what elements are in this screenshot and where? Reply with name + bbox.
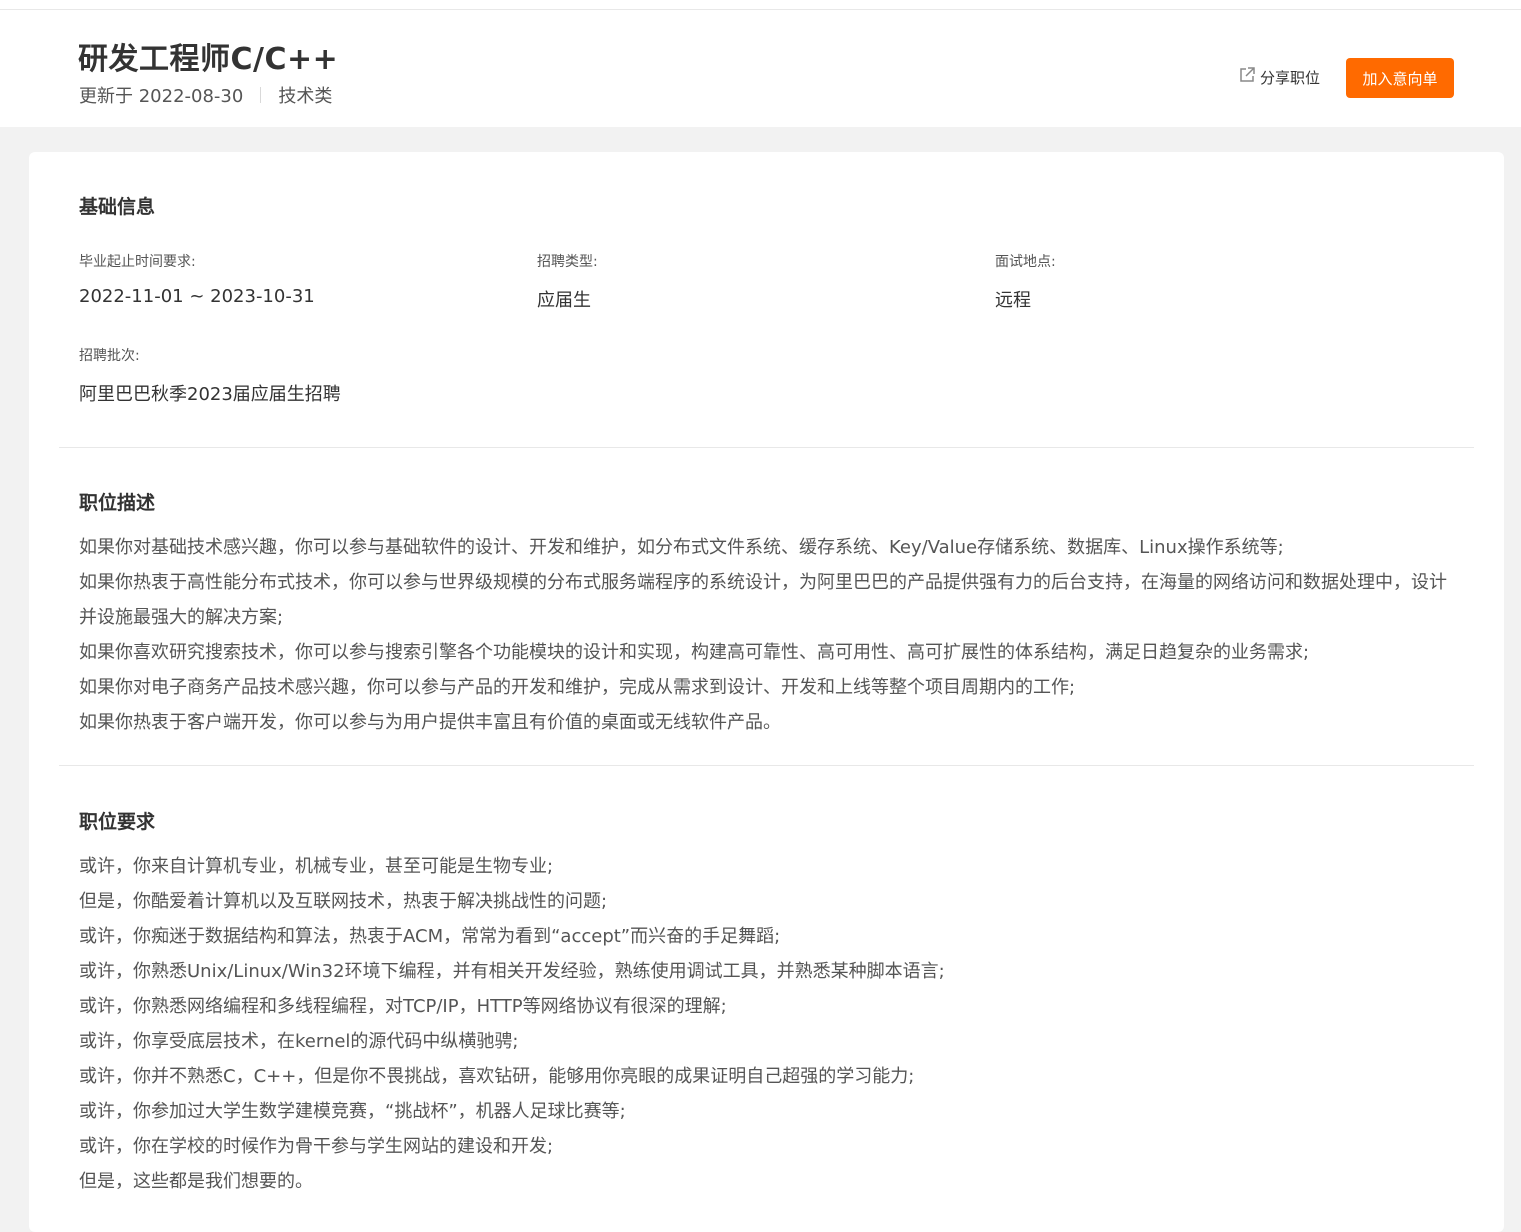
job-meta: 更新于 2022-08-30 技术类 — [79, 82, 332, 108]
job-category: 技术类 — [278, 86, 333, 107]
job-title: 研发工程师C/C++ — [78, 42, 339, 77]
requirements-list: 或许，你来自计算机专业，机械专业，甚至可能是生物专业; 但是，你酷爱着计算机以及… — [79, 849, 1454, 1199]
description-item: 如果你对基础技术感兴趣，你可以参与基础软件的设计、开发和维护，如分布式文件系统、… — [79, 537, 1284, 558]
share-label: 分享职位 — [1260, 68, 1321, 87]
graduation-value: 2022-11-01 ~ 2023-10-31 — [79, 286, 315, 307]
top-border — [0, 0, 1521, 10]
requirement-item: 或许，你熟悉Unix/Linux/Win32环境下编程，并有相关开发经验，熟练使… — [79, 961, 945, 982]
description-title: 职位描述 — [79, 492, 156, 514]
requirements-title: 职位要求 — [79, 811, 156, 833]
requirement-item: 或许，你来自计算机专业，机械专业，甚至可能是生物专业; — [79, 856, 554, 877]
recruit-batch-label: 招聘批次: — [79, 348, 140, 364]
description-item: 如果你对电子商务产品技术感兴趣，你可以参与产品的开发和维护，完成从需求到设计、开… — [79, 677, 1076, 698]
section-divider — [59, 447, 1474, 448]
recruit-type-value: 应届生 — [537, 290, 591, 311]
requirement-item: 或许，你并不熟悉C，C++，但是你不畏挑战，喜欢钻研，能够用你亮眼的成果证明自己… — [79, 1066, 915, 1087]
requirement-item: 但是，你酷爱着计算机以及互联网技术，热衷于解决挑战性的问题; — [79, 891, 608, 912]
requirement-item: 但是，这些都是我们想要的。 — [79, 1171, 313, 1192]
description-item: 如果你热衷于高性能分布式技术，你可以参与世界级规模的分布式服务端程序的系统设计，… — [79, 572, 1447, 628]
requirement-item: 或许，你享受底层技术，在kernel的源代码中纵横驰骋; — [79, 1031, 519, 1052]
section-divider — [59, 765, 1474, 766]
job-detail-card: 基础信息 毕业起止时间要求: 2022-11-01 ~ 2023-10-31 招… — [29, 152, 1504, 1232]
description-item: 如果你喜欢研究搜索技术，你可以参与搜索引擎各个功能模块的设计和实现，构建高可靠性… — [79, 642, 1310, 663]
share-job-button[interactable]: 分享职位 — [1238, 66, 1320, 88]
requirement-item: 或许，你痴迷于数据结构和算法，热衷于ACM，常常为看到“accept”而兴奋的手… — [79, 926, 781, 947]
meta-divider — [260, 87, 262, 103]
interview-location-value: 远程 — [995, 290, 1031, 311]
requirement-item: 或许，你熟悉网络编程和多线程编程，对TCP/IP，HTTP等网络协议有很深的理解… — [79, 996, 727, 1017]
requirement-item: 或许，你参加过大学生数学建模竞赛，“挑战杯”，机器人足球比赛等; — [79, 1101, 626, 1122]
basic-info-title: 基础信息 — [79, 196, 156, 218]
description-item: 如果你热衷于客户端开发，你可以参与为用户提供丰富且有价值的桌面或无线软件产品。 — [79, 712, 781, 733]
interview-location-label: 面试地点: — [995, 254, 1056, 270]
recruit-batch-value: 阿里巴巴秋季2023届应届生招聘 — [79, 384, 341, 405]
requirement-item: 或许，你在学校的时候作为骨干参与学生网站的建设和开发; — [79, 1136, 554, 1157]
share-icon — [1238, 66, 1260, 88]
job-header: 研发工程师C/C++ 更新于 2022-08-30 技术类 分享职位 加入意向单 — [0, 10, 1521, 127]
graduation-label: 毕业起止时间要求: — [79, 254, 196, 270]
description-list: 如果你对基础技术感兴趣，你可以参与基础软件的设计、开发和维护，如分布式文件系统、… — [79, 530, 1454, 740]
updated-date: 更新于 2022-08-30 — [79, 86, 244, 107]
recruit-type-label: 招聘类型: — [537, 254, 598, 270]
add-to-wishlist-button[interactable]: 加入意向单 — [1346, 58, 1454, 98]
